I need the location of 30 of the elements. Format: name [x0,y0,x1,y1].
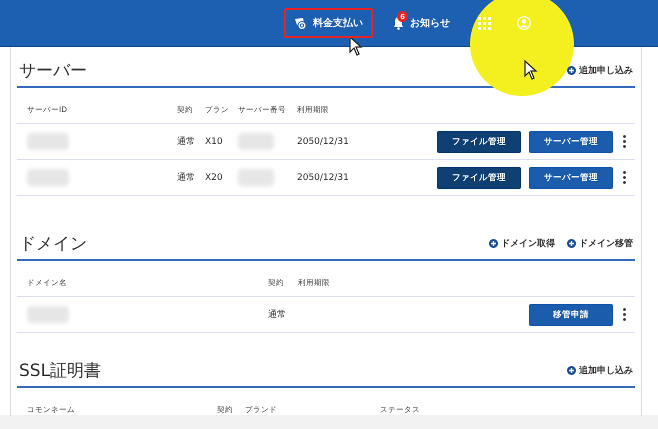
section-title: サーバー [19,60,87,82]
more-options-icon[interactable] [622,135,626,148]
action-button[interactable]: ファイル管理 [437,130,521,152]
table-cell-text: 2050/12/31 [297,136,350,146]
add-link[interactable]: ドメイン取得 [489,237,555,250]
plus-circle-icon [567,239,576,248]
billing-button[interactable]: 料金支払い [284,8,373,38]
action-button[interactable]: サーバー管理 [529,166,613,188]
table-cell-text: X10 [205,136,224,146]
add-link[interactable]: ドメイン移管 [567,237,633,250]
action-button[interactable]: ファイル管理 [437,166,521,188]
table-cell-text: 通常 [177,136,196,148]
action-button[interactable]: 移管申請 [529,304,613,326]
plus-circle-icon [489,239,498,248]
more-options-icon[interactable] [622,308,626,321]
add-link[interactable]: 追加申し込み [567,364,633,377]
cursor-icon [524,60,538,81]
coin-shield-icon [294,16,307,30]
cursor-icon [349,36,363,57]
section-title: SSL証明書 [19,360,102,382]
add-link[interactable]: 追加申し込み [567,64,633,77]
section-title: ドメイン [19,233,87,255]
more-options-icon[interactable] [622,171,626,184]
plus-circle-icon [567,366,576,375]
table-cell-text: X20 [205,172,224,182]
plus-circle-icon [567,66,576,75]
table-cell-text: 通常 [177,172,196,184]
table-cell-text: 2050/12/31 [297,172,350,182]
action-button[interactable]: サーバー管理 [529,130,613,152]
table-cell-text: 通常 [268,308,287,321]
